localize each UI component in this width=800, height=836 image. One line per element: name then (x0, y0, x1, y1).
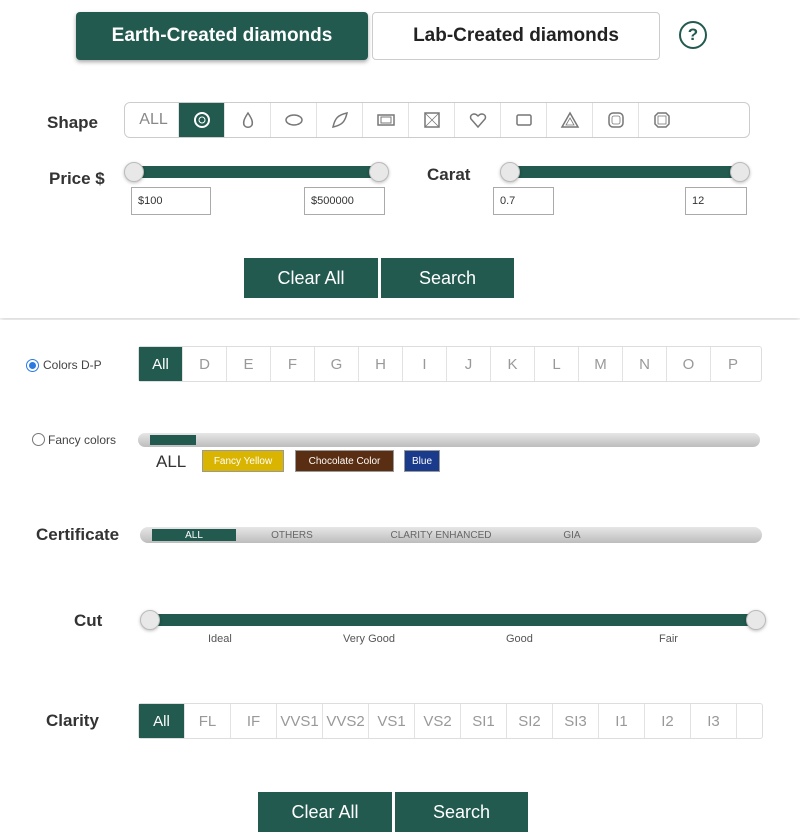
carat-slider-max-handle[interactable] (730, 162, 750, 182)
search-panel-bottom (0, 320, 800, 836)
price-min-input[interactable]: $100 (131, 187, 211, 215)
princess-icon[interactable] (409, 103, 455, 137)
clarity-si1[interactable]: SI1 (461, 704, 507, 738)
color-i[interactable]: I (403, 347, 447, 381)
price-slider-max-handle[interactable] (369, 162, 389, 182)
color-l[interactable]: L (535, 347, 579, 381)
color-m[interactable]: M (579, 347, 623, 381)
clarity-label: Clarity (46, 711, 99, 730)
certificate-selector: ALL OTHERS CLARITY ENHANCED GIA (140, 527, 762, 543)
heart-icon[interactable] (455, 103, 501, 137)
clarity-selector: All FL IF VVS1 VVS2 VS1 VS2 SI1 SI2 SI3 … (138, 703, 763, 739)
cut-slider-max-handle[interactable] (746, 610, 766, 630)
color-e[interactable]: E (227, 347, 271, 381)
marquise-icon[interactable] (317, 103, 363, 137)
fancy-colors-all-marker (150, 435, 196, 445)
fancy-colors-bar[interactable] (138, 433, 760, 447)
carat-max-input[interactable]: 12 (685, 187, 747, 215)
cert-clarity-enhanced[interactable]: CLARITY ENHANCED (348, 529, 534, 541)
clarity-vvs1[interactable]: VVS1 (277, 704, 323, 738)
cut-tick-ideal: Ideal (208, 633, 232, 645)
clarity-vs2[interactable]: VS2 (415, 704, 461, 738)
clarity-i3[interactable]: I3 (691, 704, 737, 738)
clarity-vs1[interactable]: VS1 (369, 704, 415, 738)
emerald-icon[interactable] (363, 103, 409, 137)
color-o[interactable]: O (667, 347, 711, 381)
clarity-si3[interactable]: SI3 (553, 704, 599, 738)
price-max-input[interactable]: $500000 (304, 187, 385, 215)
clarity-si2[interactable]: SI2 (507, 704, 553, 738)
round-icon[interactable] (179, 103, 225, 137)
radiant-icon[interactable] (501, 103, 547, 137)
price-label: Price $ (49, 169, 105, 188)
color-p[interactable]: P (711, 347, 755, 381)
search-button[interactable]: Search (381, 258, 514, 298)
clarity-fl[interactable]: FL (185, 704, 231, 738)
cut-slider-track[interactable] (150, 614, 756, 626)
color-g[interactable]: G (315, 347, 359, 381)
carat-slider-min-handle[interactable] (500, 162, 520, 182)
cert-gia[interactable]: GIA (534, 529, 610, 541)
clear-all-button[interactable]: Clear All (244, 258, 378, 298)
color-n[interactable]: N (623, 347, 667, 381)
certificate-label: Certificate (36, 525, 120, 544)
chocolate-color-swatch[interactable]: Chocolate Color (295, 450, 394, 472)
color-all[interactable]: All (139, 347, 183, 381)
cushion-icon[interactable] (593, 103, 639, 137)
fancy-colors-label: Fancy colors (48, 433, 117, 447)
price-slider-min-handle[interactable] (124, 162, 144, 182)
pear-icon[interactable] (225, 103, 271, 137)
tab-earth-created[interactable]: Earth-Created diamonds (76, 12, 368, 60)
fancy-all-option[interactable]: ALL (156, 452, 186, 472)
blue-swatch[interactable]: Blue (404, 450, 440, 472)
help-icon[interactable]: ? (679, 21, 707, 49)
carat-slider-track[interactable] (504, 166, 744, 178)
clarity-i2[interactable]: I2 (645, 704, 691, 738)
cert-all[interactable]: ALL (152, 529, 236, 541)
clarity-all[interactable]: All (139, 704, 185, 738)
shape-all[interactable]: ALL (129, 103, 179, 137)
oval-icon[interactable] (271, 103, 317, 137)
cut-label: Cut (74, 611, 103, 630)
cut-tick-fair: Fair (659, 633, 678, 645)
price-slider-track[interactable] (134, 166, 380, 178)
asscher-icon[interactable] (639, 103, 685, 137)
clarity-i1[interactable]: I1 (599, 704, 645, 738)
colors-dp-label: Colors D-P (43, 358, 102, 372)
clear-all-button-bottom[interactable]: Clear All (258, 792, 392, 832)
color-k[interactable]: K (491, 347, 535, 381)
color-grade-selector: All D E F G H I J K L M N O P (138, 346, 762, 382)
shape-selector: ALL (124, 102, 750, 138)
color-j[interactable]: J (447, 347, 491, 381)
clarity-if[interactable]: IF (231, 704, 277, 738)
shape-label: Shape (47, 113, 99, 132)
search-button-bottom[interactable]: Search (395, 792, 528, 832)
cut-slider-min-handle[interactable] (140, 610, 160, 630)
carat-min-input[interactable]: 0.7 (493, 187, 554, 215)
tab-lab-created[interactable]: Lab-Created diamonds (372, 12, 660, 60)
clarity-vvs2[interactable]: VVS2 (323, 704, 369, 738)
color-f[interactable]: F (271, 347, 315, 381)
color-h[interactable]: H (359, 347, 403, 381)
cert-others[interactable]: OTHERS (236, 529, 348, 541)
fancy-yellow-swatch[interactable]: Fancy Yellow (202, 450, 284, 472)
cut-tick-very-good: Very Good (343, 633, 395, 645)
triangle-icon[interactable] (547, 103, 593, 137)
carat-label: Carat (427, 165, 471, 184)
cut-tick-good: Good (506, 633, 533, 645)
fancy-colors-radio[interactable] (32, 433, 45, 446)
color-d[interactable]: D (183, 347, 227, 381)
colors-dp-radio[interactable] (26, 359, 39, 372)
